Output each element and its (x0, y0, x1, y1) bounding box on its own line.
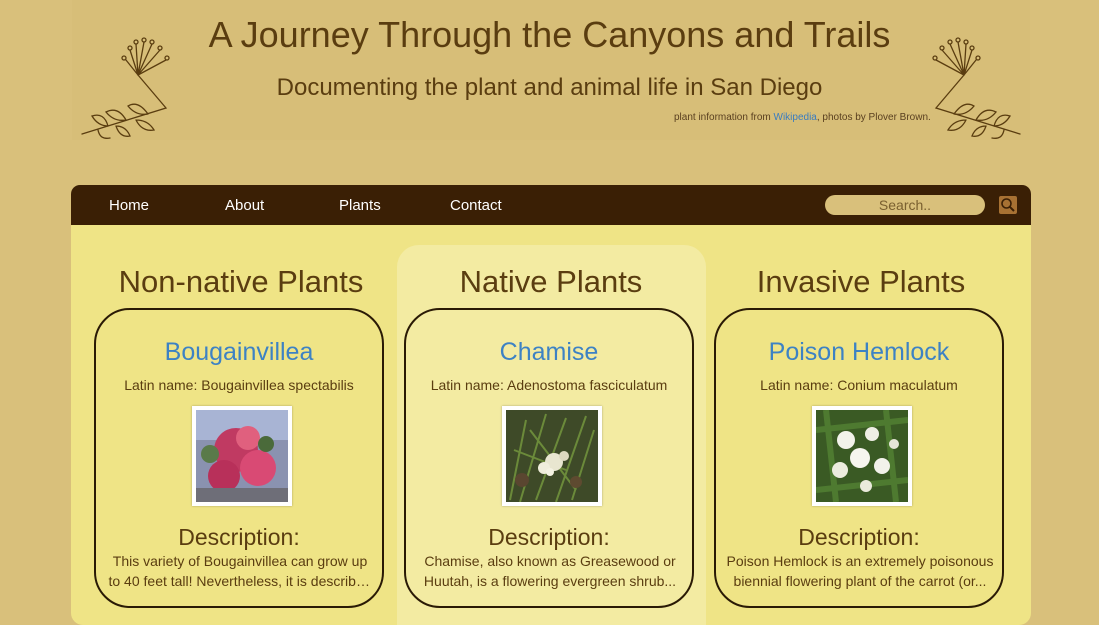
invasive-heading: Invasive Plants (756, 264, 966, 299)
description-heading: Description: (488, 524, 610, 550)
credit-prefix: plant information from (674, 112, 774, 123)
description-text: Poison Hemlock is an extremely poisonous… (726, 553, 994, 589)
wikipedia-link[interactable]: Wikipedia (774, 112, 817, 123)
description-heading: Description: (798, 524, 920, 550)
nav-home-link[interactable]: Home (109, 197, 149, 214)
site-title: A Journey Through the Canyons and Trails (208, 14, 891, 55)
navbar: Home About Plants Contact (71, 185, 1031, 225)
latin-name: Latin name: Bougainvillea spectabilis (124, 377, 354, 393)
nav-plants-link[interactable]: Plants (339, 197, 381, 214)
latin-name: Latin name: Adenostoma fasciculatum (430, 377, 668, 393)
latin-name: Latin name: Conium maculatum (760, 377, 958, 393)
nav-about-link[interactable]: About (225, 197, 264, 214)
search-input[interactable] (825, 195, 985, 215)
plant-name-link[interactable]: Bougainvillea (96, 338, 382, 367)
search-icon (1001, 198, 1015, 212)
search-button[interactable] (999, 196, 1017, 214)
plant-photo (812, 406, 912, 506)
credit-suffix: , photos by Plover Brown. (816, 112, 931, 123)
plant-photo (502, 406, 602, 506)
nav-contact-link[interactable]: Contact (450, 197, 502, 214)
site-subtitle: Documenting the plant and animal life in… (276, 74, 823, 101)
plant-card-poison-hemlock: Poison Hemlock Latin name: Conium macula… (714, 308, 1004, 608)
plant-card-bougainvillea: Bougainvillea Latin name: Bougainvillea … (94, 308, 384, 608)
description-text: This variety of Bougainvillea can grow u… (108, 553, 372, 589)
photo-credit: plant information from Wikipedia, photos… (674, 112, 931, 123)
plant-name-link[interactable]: Chamise (406, 338, 692, 367)
native-heading: Native Plants (459, 264, 643, 299)
description-text: Chamise, also known as Greasewood or Huu… (423, 553, 677, 589)
plant-card-chamise: Chamise Latin name: Adenostoma fascicula… (404, 308, 694, 608)
plant-name-link[interactable]: Poison Hemlock (716, 338, 1002, 367)
description-heading: Description: (178, 524, 300, 550)
non-native-heading: Non-native Plants (118, 264, 364, 299)
plant-photo (192, 406, 292, 506)
